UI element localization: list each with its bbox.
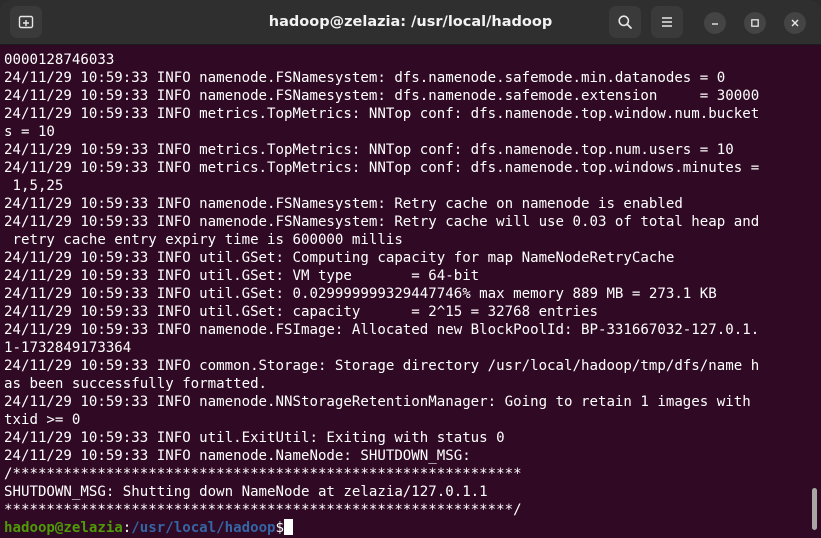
- scrollbar-thumb[interactable]: [812, 488, 817, 530]
- terminal-line: 24/11/29 10:59:33 INFO util.GSet: capaci…: [4, 304, 598, 320]
- terminal-line: 24/11/29 10:59:33 INFO namenode.FSNamesy…: [4, 70, 726, 86]
- terminal-line: as been successfully formatted.: [4, 376, 268, 392]
- terminal-line: 24/11/29 10:59:33 INFO metrics.TopMetric…: [4, 142, 734, 158]
- terminal-line: 24/11/29 10:59:33 INFO util.GSet: 0.0299…: [4, 286, 717, 302]
- terminal-line: 24/11/29 10:59:33 INFO namenode.FSNamesy…: [4, 214, 760, 230]
- terminal-line: /***************************************…: [4, 466, 522, 482]
- terminal-line: 24/11/29 10:59:33 INFO metrics.TopMetric…: [4, 160, 760, 176]
- terminal-line: retry cache entry expiry time is 600000 …: [4, 232, 403, 248]
- terminal-line: ****************************************…: [4, 502, 522, 518]
- window-title: hadoop@zelazia: /usr/local/hadoop: [268, 14, 553, 30]
- terminal-line: 1,5,25: [4, 178, 64, 194]
- title-bar: hadoop@zelazia: /usr/local/hadoop: [0, 0, 821, 45]
- terminal-line: SHUTDOWN_MSG: Shutting down NameNode at …: [4, 484, 488, 500]
- new-tab-button[interactable]: [10, 6, 42, 38]
- terminal-line: 24/11/29 10:59:33 INFO namenode.FSNamesy…: [4, 196, 683, 212]
- text-cursor: [284, 519, 294, 535]
- minimize-icon: [710, 18, 720, 28]
- prompt-path: /usr/local/hadoop: [131, 520, 276, 536]
- terminal-output-area[interactable]: 0000128746033 24/11/29 10:59:33 INFO nam…: [0, 45, 821, 538]
- terminal-lines: 0000128746033 24/11/29 10:59:33 INFO nam…: [4, 51, 806, 537]
- terminal-line: 24/11/29 10:59:33 INFO metrics.TopMetric…: [4, 106, 760, 122]
- search-button[interactable]: [609, 6, 641, 38]
- terminal-line: 1-1732849173364: [4, 340, 132, 356]
- terminal-window: hadoop@zelazia: /usr/local/hadoop 000012…: [0, 0, 821, 538]
- terminal-line: s = 10: [4, 124, 55, 140]
- terminal-line: 24/11/29 10:59:33 INFO namenode.NameNode…: [4, 448, 471, 464]
- terminal-line: 24/11/29 10:59:33 INFO util.GSet: VM typ…: [4, 268, 480, 284]
- new-tab-icon: [18, 14, 34, 30]
- terminal-line: txid >= 0: [4, 412, 81, 428]
- maximize-icon: [750, 18, 760, 28]
- terminal-line: 0000128746033: [4, 52, 115, 68]
- minimize-button[interactable]: [704, 12, 726, 34]
- terminal-line: 24/11/29 10:59:33 INFO namenode.FSNamesy…: [4, 88, 760, 104]
- terminal-line: 24/11/29 10:59:33 INFO namenode.NNStorag…: [4, 394, 751, 410]
- terminal-line: 24/11/29 10:59:33 INFO util.ExitUtil: Ex…: [4, 430, 505, 446]
- terminal-line: 24/11/29 10:59:33 INFO common.Storage: S…: [4, 358, 760, 374]
- close-button[interactable]: [784, 12, 806, 34]
- prompt-user-host: hadoop@zelazia: [4, 520, 123, 536]
- terminal-line: 24/11/29 10:59:33 INFO namenode.FSImage:…: [4, 322, 760, 338]
- prompt-symbol: $: [275, 520, 285, 536]
- search-icon: [617, 14, 633, 30]
- maximize-button[interactable]: [744, 12, 766, 34]
- hamburger-menu-icon: [659, 14, 675, 30]
- prompt-line[interactable]: hadoop@zelazia:/usr/local/hadoop$: [4, 519, 806, 537]
- close-icon: [790, 18, 800, 28]
- menu-button[interactable]: [651, 6, 683, 38]
- terminal-line: 24/11/29 10:59:33 INFO util.GSet: Comput…: [4, 250, 675, 266]
